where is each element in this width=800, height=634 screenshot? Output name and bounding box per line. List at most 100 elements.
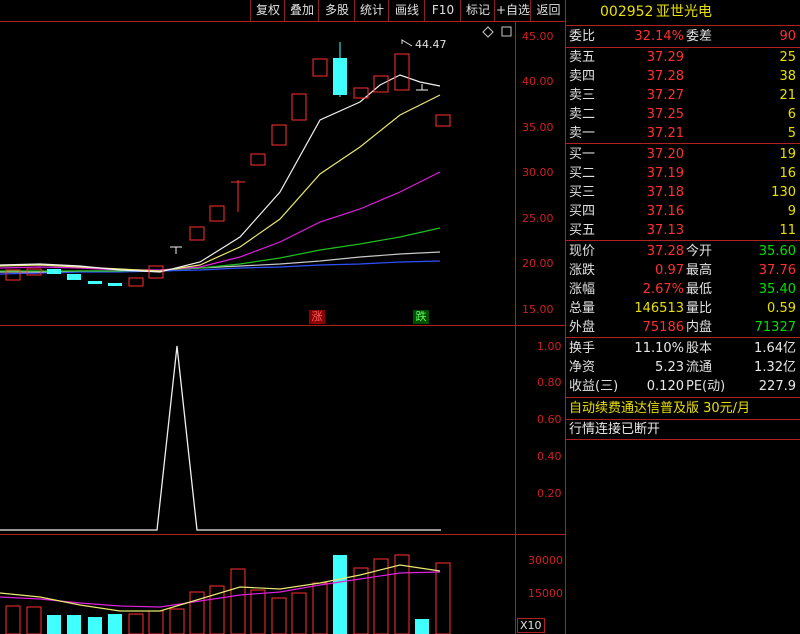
stat-row: 外盘 75186 内盘 71327 <box>566 318 800 337</box>
bid-volume: 9 <box>787 204 796 219</box>
ask-label: 卖三 <box>569 88 596 103</box>
frame-line <box>515 22 516 634</box>
toolbar-f10-button[interactable]: F10 <box>424 0 461 21</box>
weibi-value: 32.14% <box>634 29 684 44</box>
diamond-icon[interactable] <box>482 26 494 38</box>
stat-value: 146513 <box>634 301 684 316</box>
extra-value: 1.32亿 <box>754 360 796 375</box>
price-axis-label: 15.00 <box>522 303 554 316</box>
high-marker-icon <box>401 39 413 47</box>
ask-volume: 6 <box>787 107 796 122</box>
extra-value: 11.10% <box>634 341 684 356</box>
settings-square-icon[interactable] <box>501 26 512 37</box>
quote-panel: 002952 亚世光电 委比 32.14% 委差 90 卖五 37.29 25 … <box>566 0 800 634</box>
bid-price: 37.20 <box>646 147 684 162</box>
weibi-row: 委比 32.14% 委差 90 <box>566 27 800 46</box>
volume-bars <box>5 554 451 634</box>
toolbar-stats-button[interactable]: 统计 <box>354 0 389 21</box>
price-axis-label: 20.00 <box>522 257 554 270</box>
bid-volume: 130 <box>771 185 796 200</box>
ask-label: 卖五 <box>569 50 596 65</box>
ask-volume: 38 <box>779 69 796 84</box>
extra-row: 收益(三) 0.120 PE(动) 227.9 <box>566 377 800 396</box>
stat-label: 外盘 <box>569 320 596 335</box>
indicator-axis-label: 0.60 <box>537 413 562 426</box>
stock-title: 002952 亚世光电 <box>566 0 800 24</box>
extra-label: PE(动) <box>686 379 726 394</box>
toolbar-add-watchlist-button[interactable]: +自选 <box>494 0 531 21</box>
indicator-axis-label: 1.00 <box>537 340 562 353</box>
stat-value: 35.40 <box>758 282 796 297</box>
connection-status: 行情连接已断开 <box>569 422 661 437</box>
extra-row: 净资 5.23 流通 1.32亿 <box>566 358 800 377</box>
ask-row: 卖五 37.29 25 <box>566 48 800 67</box>
bid-volume: 16 <box>779 166 796 181</box>
ask-price: 37.21 <box>646 126 684 141</box>
stat-label: 内盘 <box>686 320 713 335</box>
volume-chart[interactable] <box>0 535 515 634</box>
bid-row: 买二 37.19 16 <box>566 164 800 183</box>
stat-row: 总量 146513 量比 0.59 <box>566 299 800 318</box>
stat-value: 0.97 <box>655 263 684 278</box>
bid-volume: 11 <box>779 223 796 238</box>
toolbar-back-button[interactable]: 返回 <box>530 0 566 21</box>
price-axis-label: 30.00 <box>522 166 554 179</box>
toolbar-fuquan-button[interactable]: 复权 <box>250 0 285 21</box>
extra-value: 5.23 <box>655 360 684 375</box>
stat-value: 37.28 <box>646 244 684 259</box>
extra-label: 换手 <box>569 341 596 356</box>
bid-label: 买二 <box>569 166 596 181</box>
stat-row: 涨幅 2.67% 最低 35.40 <box>566 280 800 299</box>
ad-banner[interactable]: 自动续费通达信普及版 30元/月 <box>569 399 800 418</box>
ask-volume: 21 <box>779 88 796 103</box>
extra-label: 股本 <box>686 341 713 356</box>
ask-row: 卖一 37.21 5 <box>566 124 800 143</box>
toolbar-mark-button[interactable]: 标记 <box>460 0 495 21</box>
panel-separator <box>566 397 800 398</box>
volume-axis-label: 15000 <box>528 587 563 600</box>
stat-label: 最低 <box>686 282 713 297</box>
bid-row: 买一 37.20 19 <box>566 145 800 164</box>
weicha-value: 90 <box>779 29 796 44</box>
bid-row: 买五 37.13 11 <box>566 221 800 240</box>
stat-value: 75186 <box>642 320 684 335</box>
stat-label: 最高 <box>686 263 713 278</box>
bid-label: 买四 <box>569 204 596 219</box>
candles <box>5 42 451 287</box>
ma-line-white <box>0 74 441 273</box>
bid-volume: 19 <box>779 147 796 162</box>
toolbar-multi-stock-button[interactable]: 多股 <box>318 0 355 21</box>
bid-price: 37.13 <box>646 223 684 238</box>
stat-value: 71327 <box>754 320 796 335</box>
high-price-label: 44.47 <box>415 38 447 51</box>
stat-label: 涨跌 <box>569 263 596 278</box>
stat-value: 37.76 <box>758 263 796 278</box>
toolbar-draw-line-button[interactable]: 画线 <box>388 0 425 21</box>
stock-name: 亚世光电 <box>656 4 712 20</box>
stat-label: 今开 <box>686 244 713 259</box>
stat-value: 35.60 <box>758 244 796 259</box>
stat-label: 量比 <box>686 301 713 316</box>
stat-label: 总量 <box>569 301 596 316</box>
stat-label: 涨幅 <box>569 282 596 297</box>
bid-price: 37.18 <box>646 185 684 200</box>
ask-label: 卖二 <box>569 107 596 122</box>
price-axis-label: 45.00 <box>522 30 554 43</box>
candlestick-chart[interactable] <box>0 22 515 325</box>
ask-label: 卖一 <box>569 126 596 141</box>
ask-price: 37.27 <box>646 88 684 103</box>
bid-label: 买五 <box>569 223 596 238</box>
indicator-chart[interactable] <box>0 326 515 534</box>
panel-separator <box>566 337 800 338</box>
fall-marker: 跌 <box>413 310 429 324</box>
bid-price: 37.16 <box>646 204 684 219</box>
extra-label: 收益(三) <box>569 379 619 394</box>
toolbar-overlay-button[interactable]: 叠加 <box>284 0 319 21</box>
stat-value: 2.67% <box>642 282 684 297</box>
volume-unit-label: X10 <box>517 618 545 633</box>
stat-row: 现价 37.28 今开 35.60 <box>566 242 800 261</box>
extra-row: 换手 11.10% 股本 1.64亿 <box>566 339 800 358</box>
volume-axis-label: 30000 <box>528 554 563 567</box>
panel-separator <box>566 143 800 144</box>
ask-price: 37.25 <box>646 107 684 122</box>
